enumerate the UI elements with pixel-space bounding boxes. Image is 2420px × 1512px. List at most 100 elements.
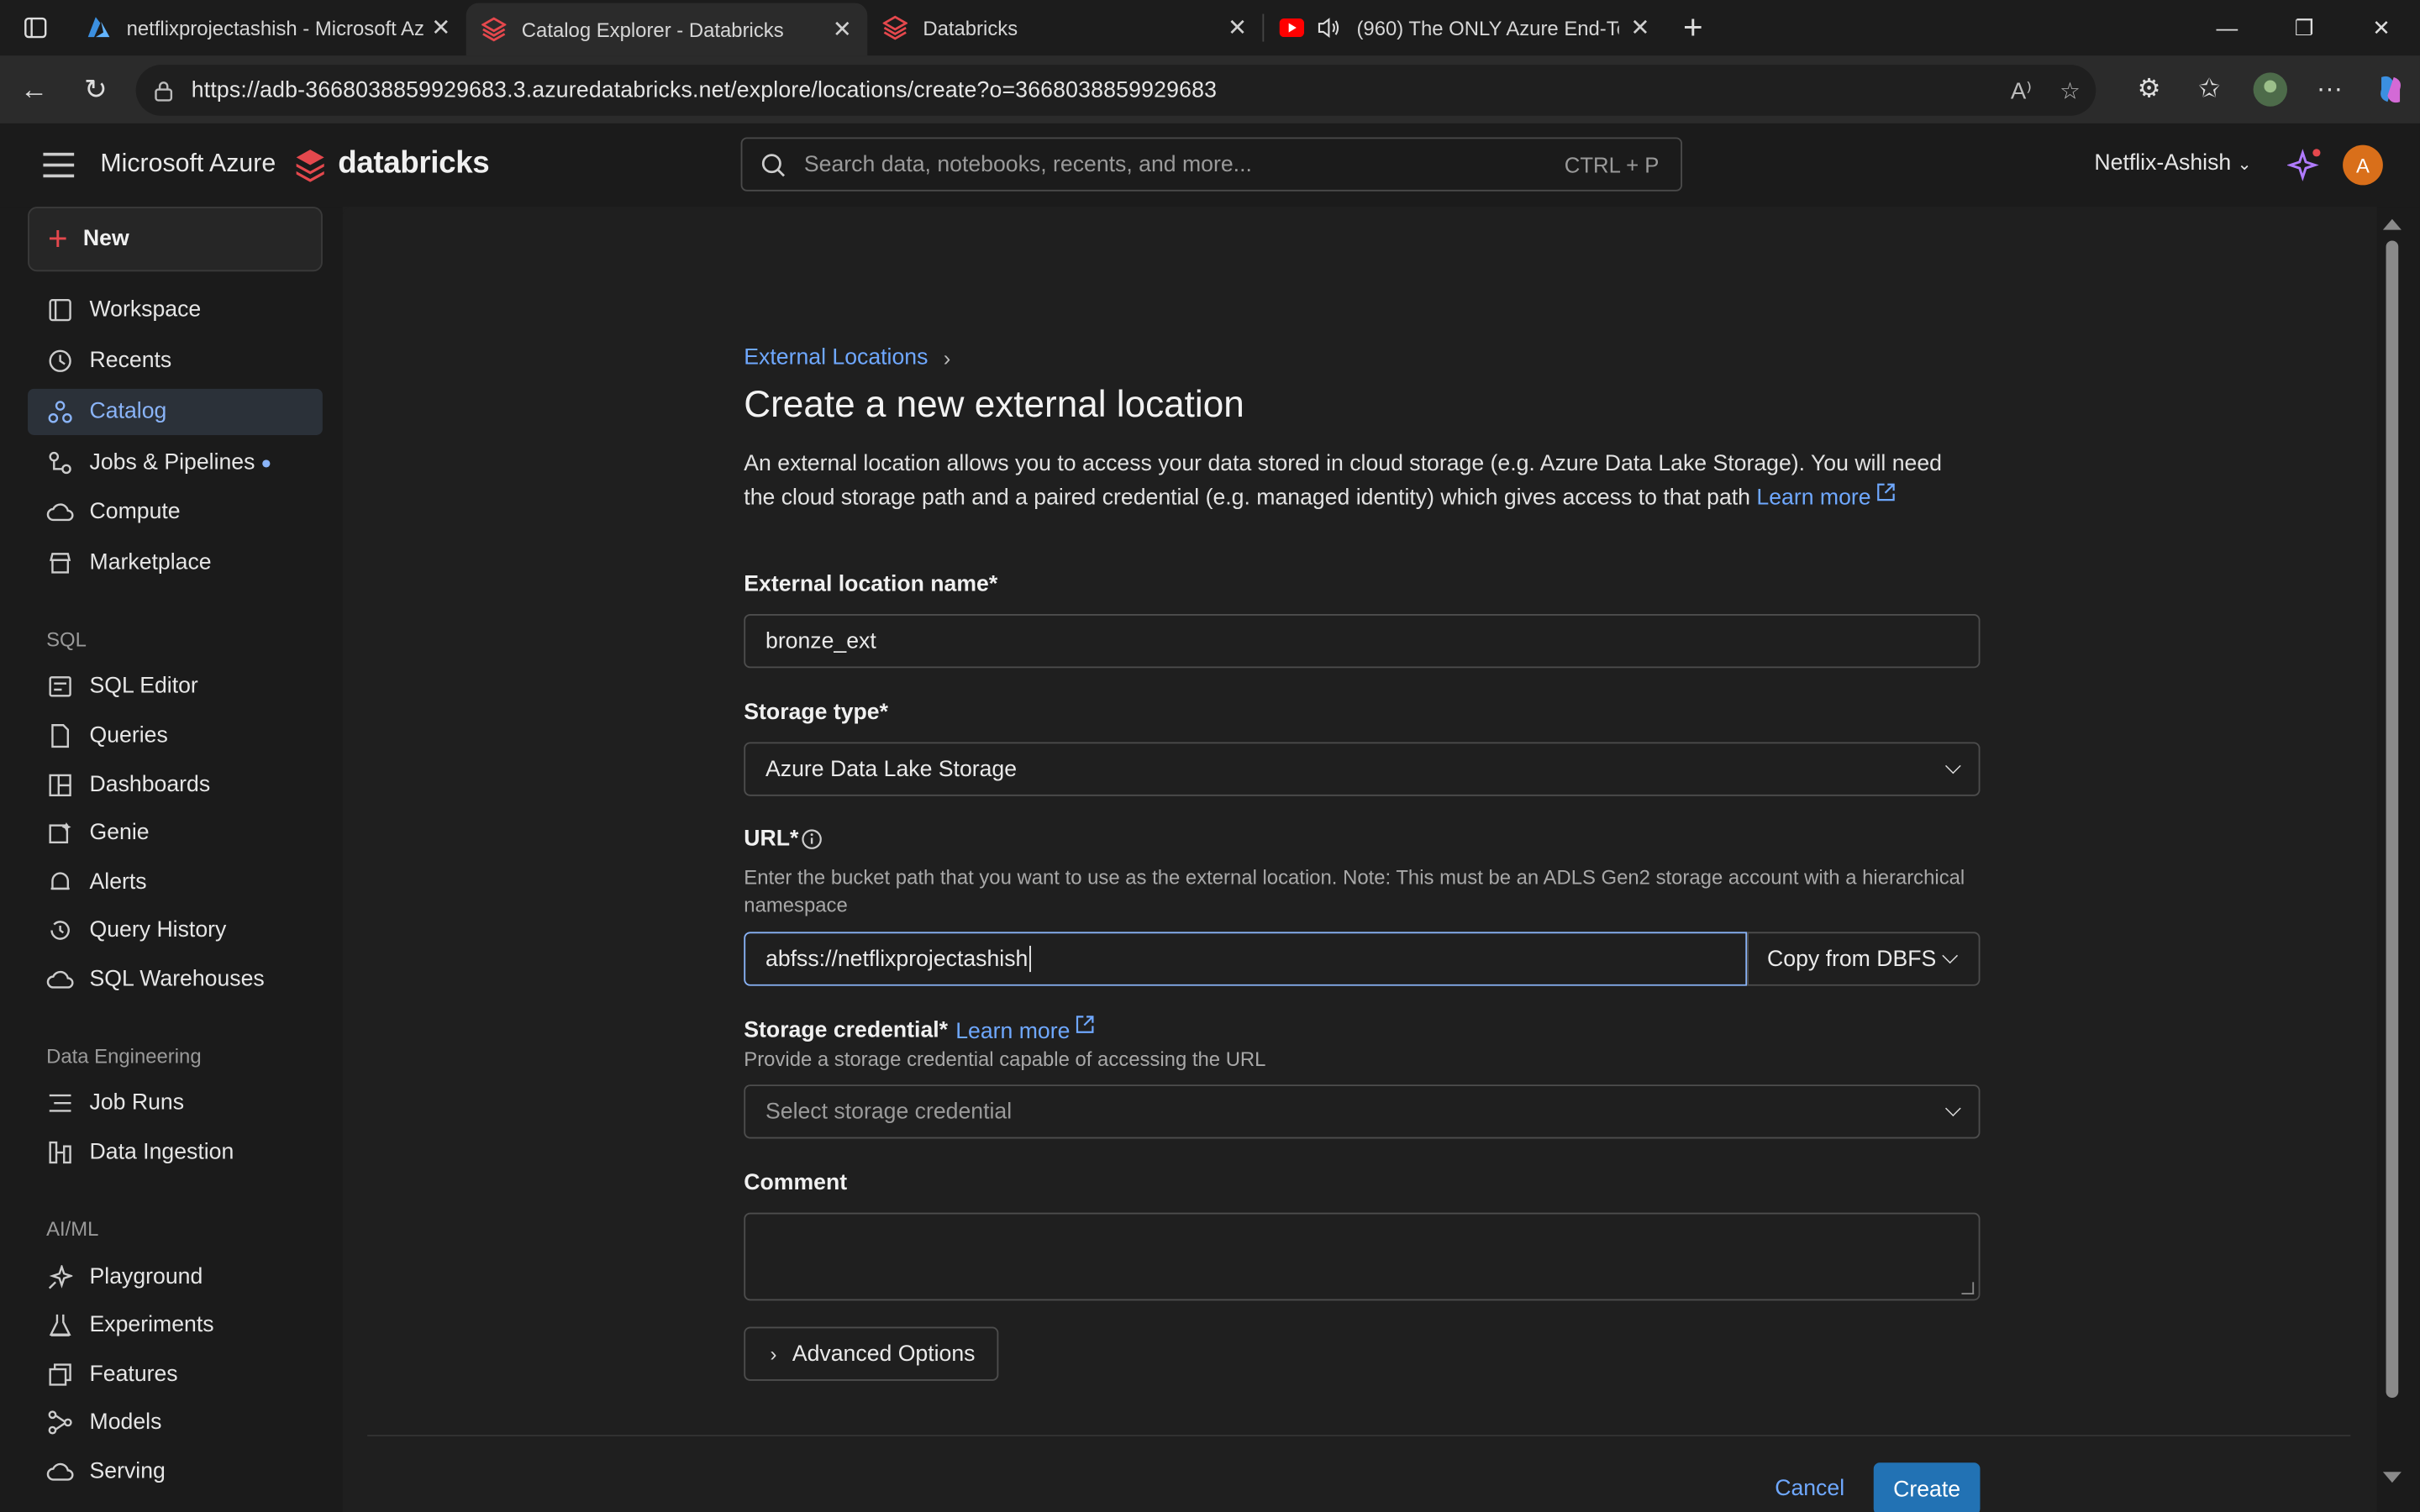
storage-type-select[interactable]: Azure Data Lake Storage: [744, 742, 1981, 796]
sidebar-item-recents[interactable]: Recents: [28, 338, 323, 384]
menu-icon[interactable]: [43, 152, 75, 178]
learn-more-link[interactable]: Learn more: [1756, 483, 1896, 511]
sidebar-item-workspace[interactable]: Workspace: [28, 287, 323, 333]
sidebar-item-experiments[interactable]: Experiments: [28, 1302, 323, 1348]
breadcrumb-external-locations[interactable]: External Locations: [744, 345, 928, 370]
store-icon: [46, 549, 74, 577]
resize-handle[interactable]: [1961, 1282, 1975, 1294]
sidebar-item-jobs-pipelines[interactable]: Jobs & Pipelines: [28, 439, 323, 486]
read-aloud-icon[interactable]: A⁾: [2011, 76, 2032, 104]
advanced-options-button[interactable]: › Advanced Options: [744, 1326, 999, 1381]
external-location-name-input[interactable]: bronze_ext: [744, 614, 1981, 669]
url-field[interactable]: https://adb-3668038859929683.3.azuredata…: [135, 65, 2096, 116]
favorite-star-icon[interactable]: ☆: [2060, 76, 2081, 104]
databricks-logo[interactable]: databricks: [295, 146, 490, 181]
external-location-name-value: bronze_ext: [765, 628, 876, 654]
sidebar-section-ai-ml: AI/ML: [46, 1217, 99, 1241]
new-button-label: New: [82, 226, 129, 252]
close-icon[interactable]: ✕: [431, 14, 450, 41]
sidebar-item-serving[interactable]: Serving: [28, 1449, 323, 1495]
browser-tab-youtube[interactable]: (960) The ONLY Azure End-To ✕: [1264, 0, 1665, 55]
sidebar-item-features[interactable]: Features: [28, 1352, 323, 1398]
restore-icon[interactable]: ❐: [2265, 0, 2343, 55]
avatar[interactable]: A: [2343, 144, 2383, 186]
sidebar-item-queries[interactable]: Queries: [28, 713, 323, 759]
browser-tab-azure[interactable]: netflixprojectashish - Microsoft Az ✕: [71, 0, 466, 55]
sidebar-item-job-runs[interactable]: Job Runs: [28, 1080, 323, 1126]
sidebar-item-models[interactable]: Models: [28, 1399, 323, 1446]
new-tab-icon[interactable]: +: [1665, 0, 1721, 55]
sidebar-item-label: Dashboards: [89, 773, 211, 798]
sidebar-item-sql-warehouses[interactable]: SQL Warehouses: [28, 957, 323, 1003]
new-button[interactable]: + New: [28, 207, 323, 272]
sidebar-item-query-history[interactable]: Query History: [28, 907, 323, 953]
plus-icon: +: [47, 218, 68, 258]
sidebar-item-sql-editor[interactable]: SQL Editor: [28, 664, 323, 710]
sidebar-item-label: Marketplace: [89, 550, 212, 576]
external-link-icon: [1877, 483, 1896, 501]
close-icon[interactable]: ✕: [1630, 14, 1649, 41]
close-icon[interactable]: ✕: [833, 15, 852, 43]
comment-textarea[interactable]: [744, 1212, 1981, 1301]
playground-icon: [46, 1263, 74, 1291]
global-search-input[interactable]: Search data, notebooks, recents, and mor…: [740, 137, 1683, 192]
url-label-text: URL*: [744, 827, 799, 852]
url-input[interactable]: abfss://netflixprojectashish: [744, 932, 1748, 986]
dashboard-icon: [46, 771, 74, 799]
minimize-icon[interactable]: —: [2188, 0, 2265, 55]
sidebar-item-label: SQL Warehouses: [89, 967, 265, 992]
browser-tab-databricks[interactable]: Databricks ✕: [867, 0, 1262, 55]
vertical-scrollbar[interactable]: [2376, 207, 2420, 1512]
tab-actions-icon[interactable]: [0, 0, 71, 55]
sidebar-section-sql: SQL: [46, 627, 87, 652]
close-window-icon[interactable]: ✕: [2343, 0, 2420, 55]
browser-tab-catalog-explorer[interactable]: Catalog Explorer - Databricks ✕: [466, 3, 868, 56]
copy-from-dbfs-dropdown[interactable]: Copy from DBFS: [1747, 932, 1981, 986]
sidebar-item-catalog[interactable]: Catalog: [28, 388, 323, 435]
back-icon[interactable]: ←: [3, 55, 65, 123]
sidebar-item-label: Catalog: [89, 399, 167, 425]
window-controls: — ❐ ✕: [2188, 0, 2420, 55]
clock-icon: [46, 347, 74, 375]
address-bar: ← ↻ https://adb-3668038859929683.3.azure…: [0, 55, 2420, 123]
search-icon: [742, 152, 803, 176]
sidebar-item-alerts[interactable]: Alerts: [28, 859, 323, 906]
browser-toolbar: ⚙ ✩ ···: [2119, 55, 2420, 123]
scrollbar-thumb[interactable]: [2386, 240, 2399, 1399]
speaker-icon[interactable]: [1317, 15, 1341, 39]
create-button[interactable]: Create: [1873, 1462, 1981, 1512]
copilot-icon[interactable]: [2360, 74, 2420, 105]
editor-icon: [46, 673, 74, 701]
reload-icon[interactable]: ↻: [65, 55, 126, 123]
scroll-up-icon[interactable]: [2382, 218, 2402, 230]
credential-learn-more-link[interactable]: Learn more: [955, 1016, 1095, 1044]
more-options-icon[interactable]: ···: [2300, 74, 2360, 105]
sidebar-item-data-ingestion[interactable]: Data Ingestion: [28, 1129, 323, 1175]
search-shortcut: CTRL + P: [1564, 151, 1660, 177]
workspace-switcher[interactable]: Netflix-Ashish ⌄: [2094, 151, 2251, 176]
sidebar-item-label: Experiments: [89, 1313, 214, 1338]
sidebar-item-playground[interactable]: Playground: [28, 1254, 323, 1300]
sidebar-item-label: Workspace: [89, 297, 202, 323]
catalog-icon: [46, 398, 74, 426]
external-link-icon: [1076, 1016, 1095, 1033]
storage-credential-help: Provide a storage credential capable of …: [744, 1047, 1266, 1071]
sidebar-item-genie[interactable]: Genie: [28, 810, 323, 856]
scroll-down-icon[interactable]: [2382, 1472, 2402, 1483]
info-icon[interactable]: [802, 828, 823, 850]
close-icon[interactable]: ✕: [1228, 14, 1247, 41]
chevron-down-icon: ⌄: [2237, 155, 2252, 175]
sidebar-item-dashboards[interactable]: Dashboards: [28, 762, 323, 808]
advanced-options-label: Advanced Options: [792, 1341, 976, 1367]
extensions-icon[interactable]: ⚙: [2119, 74, 2180, 105]
storage-credential-select[interactable]: Select storage credential: [744, 1084, 1981, 1139]
sidebar-item-compute[interactable]: Compute: [28, 489, 323, 535]
favorites-icon[interactable]: ✩: [2179, 74, 2239, 105]
azure-icon: [87, 15, 111, 39]
sidebar-item-marketplace[interactable]: Marketplace: [28, 540, 323, 586]
genie-icon: [46, 819, 74, 847]
profile-icon[interactable]: [2239, 71, 2300, 108]
cancel-button[interactable]: Cancel: [1775, 1477, 1844, 1501]
sidebar-item-label: Query History: [89, 917, 227, 943]
assistant-sparkle-icon[interactable]: [2286, 148, 2321, 190]
